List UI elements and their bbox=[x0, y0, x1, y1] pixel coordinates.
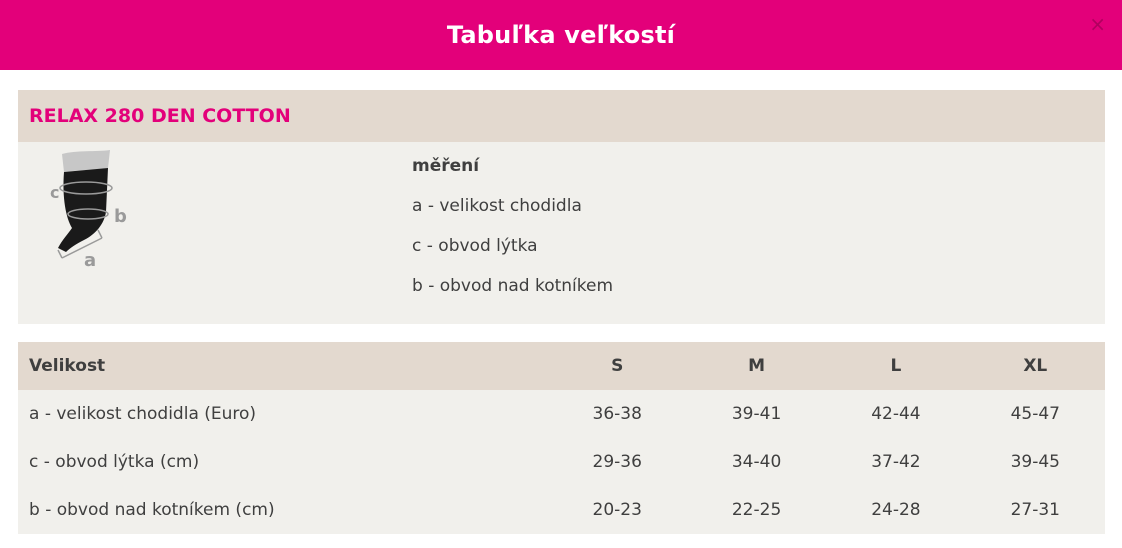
size-table: Velikost S M L XL a - velikost chodidla … bbox=[18, 342, 1105, 534]
measurement-item: a - velikost chodidla bbox=[412, 196, 582, 216]
table-cell: 36-38 bbox=[592, 404, 642, 424]
table-row: c - obvod lýtka (cm) 29-36 34-40 37-42 3… bbox=[18, 438, 1105, 486]
table-cell: 22-25 bbox=[731, 500, 782, 520]
diagram-label-b: b bbox=[114, 206, 127, 227]
modal-header: Tabuľka veľkostí × bbox=[0, 0, 1122, 70]
size-table-panel: Velikost S M L XL a - velikost chodidla … bbox=[18, 342, 1105, 534]
table-cell: 27-31 bbox=[1010, 500, 1060, 520]
diagram-label-a: a bbox=[84, 250, 96, 271]
measurement-item: c - obvod lýtka bbox=[412, 236, 538, 256]
header-cell: M bbox=[748, 356, 766, 376]
table-cell: b - obvod nad kotníkem (cm) bbox=[29, 500, 275, 520]
measurement-list: měření a - velikost chodidla c - obvod l… bbox=[412, 152, 613, 312]
header-cell: XL bbox=[1023, 356, 1048, 376]
sock-diagram-icon: c b a bbox=[50, 150, 127, 271]
header-cell: L bbox=[890, 356, 902, 376]
table-cell: 24-28 bbox=[871, 500, 921, 520]
header-cell: S bbox=[611, 356, 624, 376]
measurement-item: b - obvod nad kotníkem bbox=[412, 276, 614, 296]
modal-title: Tabuľka veľkostí bbox=[446, 21, 676, 49]
table-cell: 45-47 bbox=[1010, 404, 1060, 424]
table-cell: 39-41 bbox=[731, 404, 782, 424]
table-cell: a - velikost chodidla (Euro) bbox=[29, 404, 257, 424]
table-cell: 42-44 bbox=[871, 404, 921, 424]
table-row: a - velikost chodidla (Euro) 36-38 39-41… bbox=[18, 390, 1105, 438]
close-icon[interactable]: × bbox=[1089, 14, 1106, 34]
product-panel: RELAX 280 DEN COTTON c b a měření a - ve… bbox=[18, 90, 1105, 324]
measurement-heading: měření bbox=[412, 156, 480, 176]
header-cell: Velikost bbox=[29, 356, 106, 376]
table-cell: 20-23 bbox=[592, 500, 642, 520]
table-cell: c - obvod lýtka (cm) bbox=[29, 452, 200, 472]
table-row: b - obvod nad kotníkem (cm) 20-23 22-25 … bbox=[18, 486, 1105, 534]
table-cell: 39-45 bbox=[1010, 452, 1060, 472]
product-name: RELAX 280 DEN COTTON bbox=[29, 105, 291, 127]
table-cell: 34-40 bbox=[731, 452, 782, 472]
product-title-bar: RELAX 280 DEN COTTON bbox=[18, 90, 1105, 142]
table-header-row: Velikost S M L XL bbox=[18, 342, 1105, 390]
diagram-label-c: c bbox=[50, 183, 59, 202]
table-cell: 37-42 bbox=[871, 452, 921, 472]
table-cell: 29-36 bbox=[592, 452, 642, 472]
